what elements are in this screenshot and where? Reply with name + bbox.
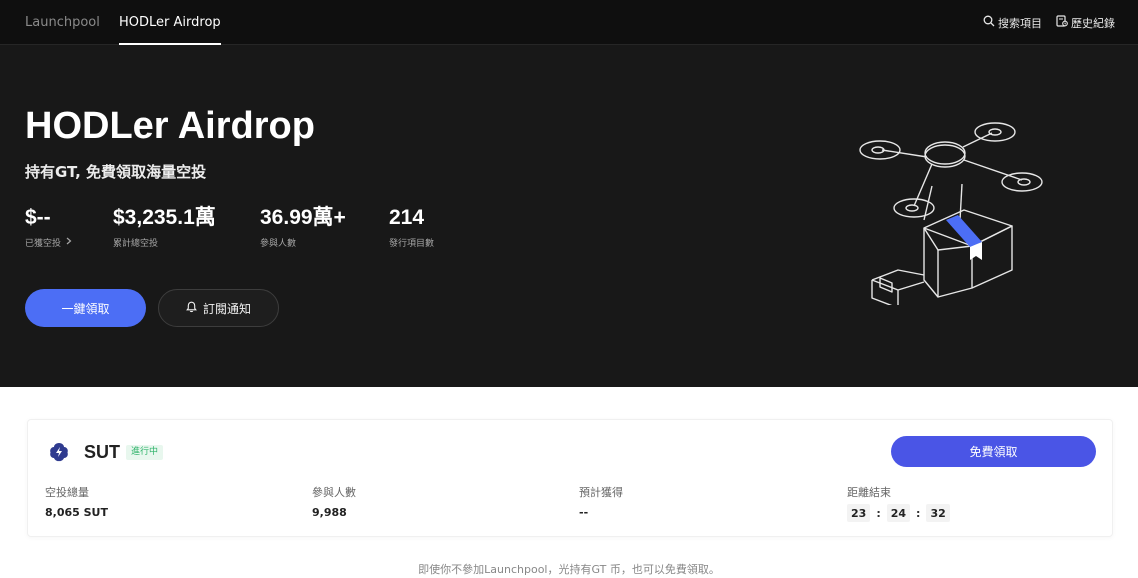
countdown-seconds: 32 (926, 504, 950, 522)
info-expected-reward: 預計獲得 -- (579, 486, 623, 520)
countdown-timer: 23 : 24 : 32 (847, 504, 950, 522)
page-subtitle: 持有GT, 免費領取海量空投 (25, 163, 207, 181)
stat-projects-count: 214 發行項目數 (389, 204, 434, 249)
subscribe-label: 訂閱通知 (202, 301, 251, 316)
search-projects-label: 搜索項目 (998, 16, 1042, 30)
info-value: -- (579, 506, 589, 519)
stat-participants: 36.99萬+ 參與人數 (260, 204, 346, 249)
info-label: 距離結束 (847, 486, 891, 499)
stat-received-airdrop: $-- 已獲空投 (25, 204, 72, 249)
info-total-airdrop: 空投總量 8,065 SUT (45, 486, 108, 520)
countdown-separator: : (916, 506, 921, 520)
info-label: 空投總量 (45, 486, 89, 499)
tab-hodler-airdrop[interactable]: HODLer Airdrop (119, 0, 221, 45)
bell-icon (186, 301, 197, 316)
history-label: 歷史紀錄 (1071, 16, 1115, 30)
history-icon (1056, 15, 1068, 30)
countdown-separator: : (876, 506, 881, 520)
countdown-hours: 23 (847, 504, 871, 522)
footnote-text: 即使你不參加Launchpool，光持有GT 币，也可以免費領取。 (418, 563, 720, 576)
stat-value: $3,235.1萬 (113, 206, 216, 229)
stat-value: 36.99萬+ (260, 206, 346, 229)
received-airdrop-link[interactable]: 已獲空投 (25, 236, 72, 249)
countdown-minutes: 24 (886, 504, 911, 522)
chevron-right-icon (66, 237, 72, 248)
search-icon (983, 15, 995, 30)
stat-value: $-- (25, 206, 51, 229)
stat-label: 已獲空投 (25, 239, 62, 249)
info-participants: 參與人數 9,988 (312, 486, 356, 520)
info-label: 預計獲得 (579, 486, 623, 499)
status-badge: 進行中 (126, 445, 164, 460)
project-card: SUT 進行中 免費領取 空投總量 8,065 SUT 參與人數 9,988 預… (27, 419, 1113, 537)
search-projects-link[interactable]: 搜索項目 (983, 0, 1042, 45)
page-title: HODLer Airdrop (25, 105, 315, 147)
token-logo-icon (50, 443, 68, 462)
tab-launchpool[interactable]: Launchpool (25, 0, 100, 45)
info-label: 參與人數 (312, 486, 356, 499)
claim-all-button[interactable]: 一鍵領取 (25, 289, 146, 327)
stat-label: 累計總空投 (113, 239, 159, 249)
history-link[interactable]: 歷史紀錄 (1056, 0, 1115, 45)
stat-label: 參與人數 (260, 239, 297, 249)
hero-banner: HODLer Airdrop 持有GT, 免費領取海量空投 $-- 已獲空投 $… (0, 45, 1138, 387)
top-navigation: Launchpool HODLer Airdrop 搜索項目 歷史紀錄 (0, 0, 1138, 45)
stat-value: 214 (389, 206, 425, 229)
token-name: SUT (84, 442, 120, 462)
free-claim-button[interactable]: 免費領取 (891, 436, 1096, 467)
stat-label: 發行項目數 (389, 239, 435, 249)
info-value: 8,065 SUT (45, 506, 108, 519)
subscribe-notification-button[interactable]: 訂閱通知 (158, 289, 279, 327)
drone-package-illustration (859, 122, 1043, 305)
info-countdown: 距離結束 23 : 24 : 32 (847, 486, 950, 522)
stat-total-airdrop: $3,235.1萬 累計總空投 (113, 204, 216, 249)
info-value: 9,988 (312, 506, 347, 519)
